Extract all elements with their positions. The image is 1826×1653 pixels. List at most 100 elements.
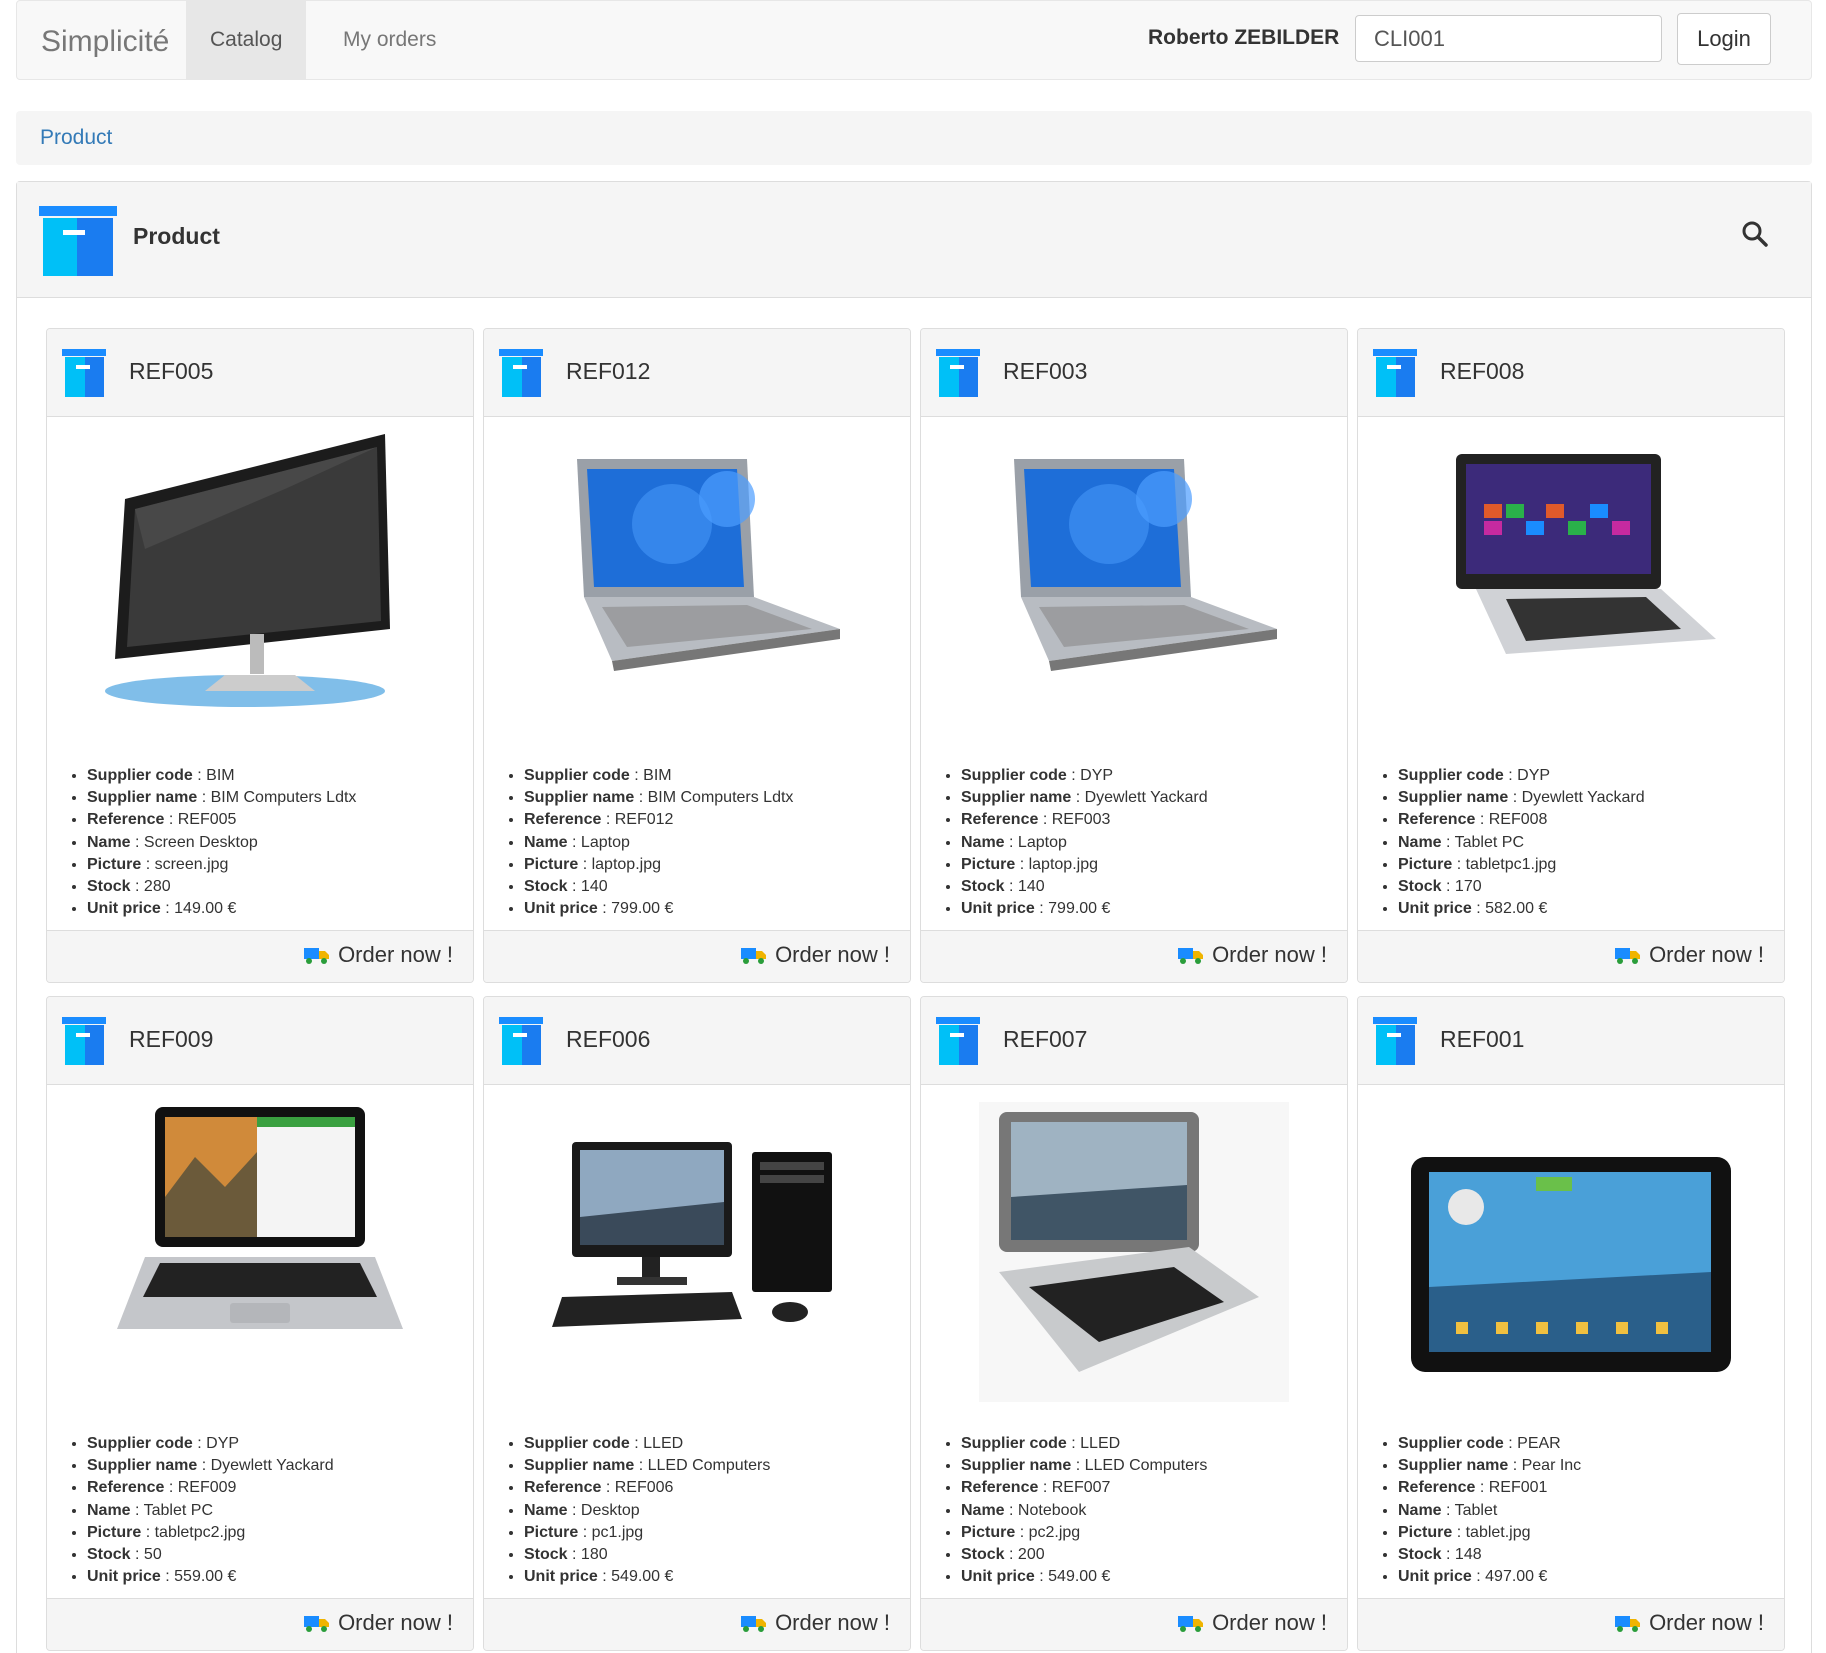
order-now-label: Order now ! — [338, 942, 453, 967]
product-ref[interactable]: REF009 — [129, 1026, 213, 1053]
card-header: REF012 — [484, 329, 910, 417]
order-now-button[interactable]: Order now ! — [1615, 942, 1764, 968]
card-footer: Order now ! — [921, 930, 1347, 982]
top-navbar: Simplicité Catalog My orders Roberto ZEB… — [16, 0, 1812, 80]
spec-unit-price: Unit price : 549.00 € — [524, 1566, 770, 1588]
spec-supplier-name: Supplier name : LLED Computers — [524, 1455, 770, 1477]
spec-name: Name : Tablet PC — [1398, 832, 1645, 854]
product-card: REF001 Supplier code : PEAR Supplier nam… — [1357, 996, 1785, 1651]
spec-stock: Stock : 148 — [1398, 1544, 1581, 1566]
product-box-icon — [62, 349, 106, 397]
spec-reference: Reference : REF009 — [87, 1477, 334, 1499]
product-specs: Supplier code : DYP Supplier name : Dyew… — [87, 1433, 334, 1588]
product-specs: Supplier code : BIM Supplier name : BIM … — [524, 765, 793, 920]
search-icon[interactable] — [1741, 220, 1769, 248]
card-footer: Order now ! — [921, 1598, 1347, 1650]
product-box-icon — [936, 349, 980, 397]
spec-stock: Stock : 170 — [1398, 876, 1645, 898]
product-specs: Supplier code : BIM Supplier name : BIM … — [87, 765, 356, 920]
product-ref[interactable]: REF003 — [1003, 358, 1087, 385]
spec-name: Name : Screen Desktop — [87, 832, 356, 854]
product-box-icon — [499, 349, 543, 397]
product-card: REF007 Supplier code : LLED Supplier nam… — [920, 996, 1348, 1651]
product-picture — [1411, 1157, 1731, 1372]
card-footer: Order now ! — [1358, 1598, 1784, 1650]
order-now-button[interactable]: Order now ! — [1615, 1610, 1764, 1636]
panel-heading: Product — [17, 182, 1811, 298]
truck-icon — [304, 1616, 330, 1632]
card-header: REF006 — [484, 997, 910, 1085]
breadcrumb-product-link[interactable]: Product — [40, 126, 112, 149]
spec-picture: Picture : pc2.jpg — [961, 1522, 1207, 1544]
login-button[interactable]: Login — [1677, 13, 1771, 65]
order-now-label: Order now ! — [1212, 942, 1327, 967]
spec-picture: Picture : tabletpc1.jpg — [1398, 854, 1645, 876]
spec-name: Name : Laptop — [961, 832, 1208, 854]
tab-catalog[interactable]: Catalog — [186, 1, 307, 79]
card-footer: Order now ! — [484, 1598, 910, 1650]
truck-icon — [1615, 948, 1641, 964]
spec-supplier-name: Supplier name : Dyewlett Yackard — [1398, 787, 1645, 809]
product-ref[interactable]: REF007 — [1003, 1026, 1087, 1053]
spec-supplier-code: Supplier code : PEAR — [1398, 1433, 1581, 1455]
order-now-label: Order now ! — [775, 1610, 890, 1635]
product-specs: Supplier code : DYP Supplier name : Dyew… — [961, 765, 1208, 920]
spec-stock: Stock : 280 — [87, 876, 356, 898]
truck-icon — [304, 948, 330, 964]
spec-reference: Reference : REF008 — [1398, 809, 1645, 831]
spec-reference: Reference : REF007 — [961, 1477, 1207, 1499]
spec-picture: Picture : screen.jpg — [87, 854, 356, 876]
order-now-button[interactable]: Order now ! — [741, 942, 890, 968]
product-picture — [1456, 454, 1716, 654]
tab-my-orders[interactable]: My orders — [319, 1, 460, 79]
spec-reference: Reference : REF012 — [524, 809, 793, 831]
truck-icon — [1615, 1616, 1641, 1632]
spec-supplier-name: Supplier name : Dyewlett Yackard — [87, 1455, 334, 1477]
spec-name: Name : Desktop — [524, 1500, 770, 1522]
order-now-button[interactable]: Order now ! — [1178, 942, 1327, 968]
product-ref[interactable]: REF005 — [129, 358, 213, 385]
spec-picture: Picture : laptop.jpg — [524, 854, 793, 876]
order-now-button[interactable]: Order now ! — [304, 942, 453, 968]
product-picture — [1014, 459, 1277, 671]
product-specs: Supplier code : DYP Supplier name : Dyew… — [1398, 765, 1645, 920]
order-now-button[interactable]: Order now ! — [741, 1610, 890, 1636]
spec-supplier-code: Supplier code : DYP — [1398, 765, 1645, 787]
product-card: REF012 Supplier code : BIM Supplier name… — [483, 328, 911, 983]
brand-logo[interactable]: Simplicité — [41, 25, 169, 59]
spec-supplier-name: Supplier name : Pear Inc — [1398, 1455, 1581, 1477]
spec-unit-price: Unit price : 549.00 € — [961, 1566, 1207, 1588]
product-specs: Supplier code : LLED Supplier name : LLE… — [524, 1433, 770, 1588]
product-card: REF009 Supplier code : DYP Supplier name… — [46, 996, 474, 1651]
product-box-icon — [39, 206, 117, 276]
spec-stock: Stock : 200 — [961, 1544, 1207, 1566]
breadcrumb: Product — [16, 111, 1812, 165]
product-picture — [105, 434, 390, 707]
spec-reference: Reference : REF003 — [961, 809, 1208, 831]
spec-supplier-name: Supplier name : LLED Computers — [961, 1455, 1207, 1477]
spec-supplier-code: Supplier code : LLED — [524, 1433, 770, 1455]
truck-icon — [741, 1616, 767, 1632]
order-now-button[interactable]: Order now ! — [304, 1610, 453, 1636]
product-specs: Supplier code : LLED Supplier name : LLE… — [961, 1433, 1207, 1588]
card-header: REF005 — [47, 329, 473, 417]
card-footer: Order now ! — [484, 930, 910, 982]
order-now-label: Order now ! — [1212, 1610, 1327, 1635]
order-now-button[interactable]: Order now ! — [1178, 1610, 1327, 1636]
spec-supplier-name: Supplier name : Dyewlett Yackard — [961, 787, 1208, 809]
product-box-icon — [499, 1017, 543, 1065]
product-card: REF006 Supplier code : LLED Supplier nam… — [483, 996, 911, 1651]
panel-title: Product — [133, 223, 220, 249]
card-header: REF008 — [1358, 329, 1784, 417]
order-now-label: Order now ! — [1649, 942, 1764, 967]
product-ref[interactable]: REF006 — [566, 1026, 650, 1053]
product-box-icon — [936, 1017, 980, 1065]
card-header: REF009 — [47, 997, 473, 1085]
product-ref[interactable]: REF008 — [1440, 358, 1524, 385]
product-ref[interactable]: REF012 — [566, 358, 650, 385]
product-specs: Supplier code : PEAR Supplier name : Pea… — [1398, 1433, 1581, 1588]
truck-icon — [1178, 948, 1204, 964]
client-code-input[interactable] — [1355, 15, 1662, 62]
card-footer: Order now ! — [47, 1598, 473, 1650]
product-ref[interactable]: REF001 — [1440, 1026, 1524, 1053]
